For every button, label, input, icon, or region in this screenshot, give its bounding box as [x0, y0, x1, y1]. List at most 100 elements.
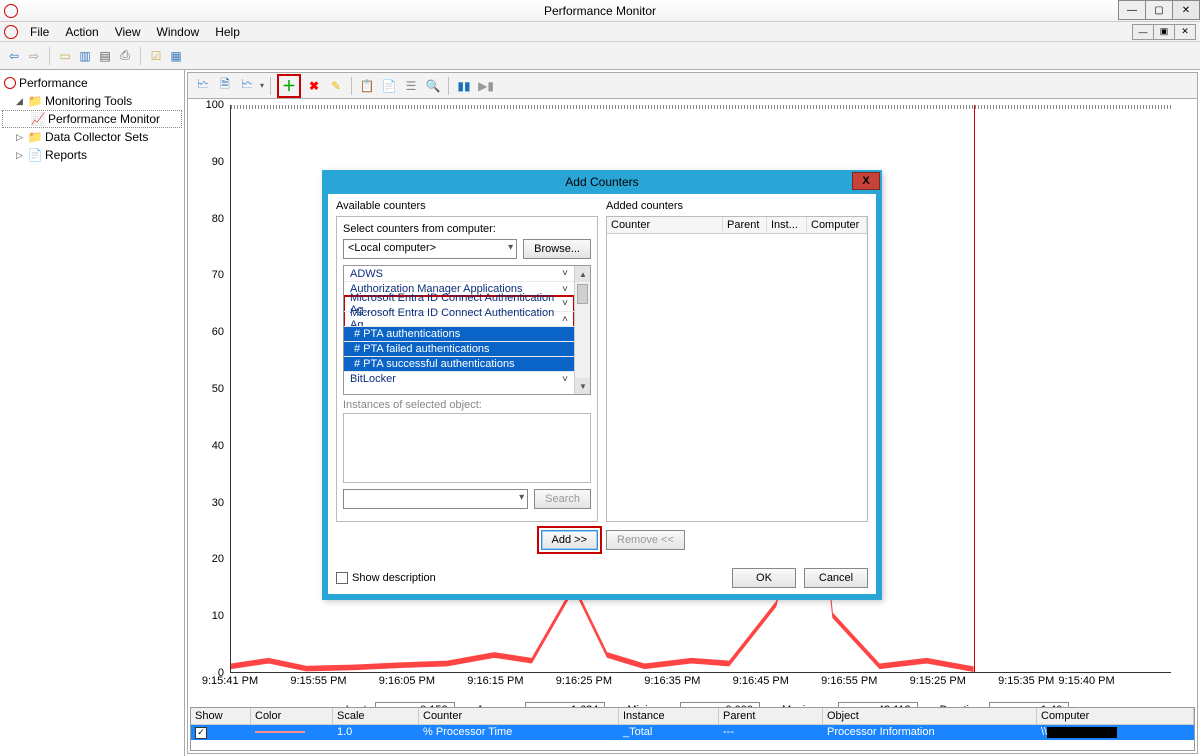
legend-row[interactable]: ✓ 1.0 % Processor Time _Total --- Proces… [191, 725, 1194, 740]
col-scale[interactable]: Scale [333, 708, 419, 725]
add-counter-icon[interactable]: ＋ [280, 77, 298, 95]
chevron-down-icon[interactable]: ˅ [562, 268, 568, 279]
tree-item-data-collector-sets[interactable]: ▷ 📁 Data Collector Sets [2, 128, 182, 146]
computer-dropdown[interactable]: <Local computer> [343, 239, 517, 259]
show-hide-console-tree-icon[interactable]: ▭ [57, 48, 73, 64]
view-log-data-icon[interactable]: 🗎 [216, 77, 234, 95]
col-computer[interactable]: Computer [1037, 708, 1194, 725]
col-instance[interactable]: Instance [619, 708, 719, 725]
x-tick: 9:15:41 PM [202, 675, 258, 691]
cell-computer: \\ [1037, 725, 1194, 740]
time-cursor[interactable] [974, 105, 975, 672]
col-color[interactable]: Color [251, 708, 333, 725]
hdr-counter[interactable]: Counter [607, 217, 723, 233]
freeze-display-icon[interactable]: ▮▮ [455, 77, 473, 95]
expand-icon[interactable]: ▷ [16, 132, 25, 143]
remove-button[interactable]: Remove << [606, 530, 685, 550]
zoom-icon[interactable]: 🔍 [424, 77, 442, 95]
browse-button[interactable]: Browse... [523, 239, 591, 259]
add-button[interactable]: Add >> [541, 530, 598, 550]
hdr-computer[interactable]: Computer [807, 217, 867, 233]
show-description-checkbox[interactable] [336, 572, 348, 584]
mdi-close-button[interactable]: ✕ [1174, 24, 1196, 40]
col-object[interactable]: Object [823, 708, 1037, 725]
view-current-activity-icon[interactable]: 🗠 [194, 77, 212, 95]
menu-help[interactable]: Help [207, 23, 248, 41]
legend-header: Show Color Scale Counter Instance Parent… [191, 708, 1194, 725]
calendar-icon[interactable]: ▦ [168, 48, 184, 64]
counter-item[interactable]: Microsoft Entra ID Connect Authenticatio… [344, 311, 574, 326]
tree-item-performance-monitor[interactable]: 📈 Performance Monitor [2, 110, 182, 128]
minimize-button[interactable]: — [1118, 0, 1146, 20]
folder-icon: 📁 [28, 130, 42, 144]
scroll-down-icon[interactable]: ▼ [575, 378, 591, 394]
ok-button[interactable]: OK [732, 568, 796, 588]
col-parent[interactable]: Parent [719, 708, 823, 725]
paste-counter-list-icon[interactable]: 📄 [380, 77, 398, 95]
instances-label: Instances of selected object: [343, 399, 591, 411]
hdr-instance[interactable]: Inst... [767, 217, 807, 233]
app-icon [4, 4, 18, 18]
mdi-restore-button[interactable]: ▣ [1153, 24, 1175, 40]
tree-item-label: Monitoring Tools [45, 94, 132, 108]
back-icon[interactable]: ⇦ [6, 48, 22, 64]
counter-item[interactable]: # PTA successful authentications [344, 356, 574, 371]
new-window-icon[interactable]: ▥ [77, 48, 93, 64]
mdi-minimize-button[interactable]: — [1132, 24, 1154, 40]
print-icon[interactable]: ⎙ [117, 48, 133, 64]
close-button[interactable]: ✕ [1172, 0, 1200, 20]
instances-list[interactable] [343, 413, 591, 483]
properties-icon[interactable]: ☰ [402, 77, 420, 95]
x-tick: 9:16:55 PM [821, 675, 877, 691]
x-tick: 9:16:45 PM [733, 675, 789, 691]
add-counter-highlight: ＋ [277, 74, 301, 98]
performance-icon [4, 77, 16, 89]
scrollbar-thumb[interactable] [577, 284, 588, 304]
counter-item[interactable]: # PTA failed authentications [344, 341, 574, 356]
dialog-close-button[interactable]: X [852, 172, 880, 190]
scroll-up-icon[interactable]: ▲ [575, 266, 591, 282]
dialog-title-bar[interactable]: Add Counters X [322, 170, 882, 194]
menu-file[interactable]: File [22, 23, 57, 41]
menu-window[interactable]: Window [149, 23, 208, 41]
copy-properties-icon[interactable]: 📋 [358, 77, 376, 95]
col-show[interactable]: Show [191, 708, 251, 725]
forward-icon[interactable]: ⇨ [26, 48, 42, 64]
export-list-icon[interactable]: ▤ [97, 48, 113, 64]
col-counter[interactable]: Counter [419, 708, 619, 725]
redacted-block [1047, 727, 1117, 738]
search-button[interactable]: Search [534, 489, 591, 509]
counter-item[interactable]: BitLocker˅ [344, 371, 574, 386]
cell-parent: --- [719, 725, 823, 740]
chevron-down-icon[interactable]: ˅ [562, 374, 568, 385]
hdr-parent[interactable]: Parent [723, 217, 767, 233]
properties-icon[interactable]: ☑ [148, 48, 164, 64]
counter-label: # PTA failed authentications [354, 343, 490, 355]
view-graph-type-icon[interactable]: 🗠 [238, 77, 256, 95]
menu-action[interactable]: Action [57, 23, 106, 41]
y-axis: 1009080706050403020100 [188, 105, 228, 673]
instance-search-dropdown[interactable] [343, 489, 528, 509]
window-title: Performance Monitor [544, 4, 656, 18]
added-counters-list[interactable]: Counter Parent Inst... Computer [606, 216, 868, 522]
tree-item-reports[interactable]: ▷ 📄 Reports [2, 146, 182, 164]
counter-list[interactable]: ADWS˅ Authorization Manager Applications… [343, 265, 591, 395]
tree-root[interactable]: Performance [2, 74, 182, 92]
expand-icon[interactable]: ▷ [16, 150, 25, 161]
menu-view[interactable]: View [107, 23, 149, 41]
counter-item[interactable]: # PTA authentications [344, 326, 574, 341]
highlight-icon[interactable]: ✎ [327, 77, 345, 95]
scrollbar[interactable]: ▲ ▼ [574, 266, 590, 394]
x-tick: 9:16:25 PM [556, 675, 612, 691]
chevron-up-icon[interactable]: ˄ [562, 314, 568, 325]
delete-counter-icon[interactable]: ✖ [305, 77, 323, 95]
update-data-icon[interactable]: ▶▮ [477, 77, 495, 95]
x-tick: 9:15:55 PM [290, 675, 346, 691]
add-counters-dialog: Add Counters X Available counters Select… [322, 170, 882, 600]
show-checkbox[interactable]: ✓ [195, 727, 207, 739]
expand-icon[interactable]: ◢ [16, 96, 25, 107]
maximize-button[interactable]: ▢ [1145, 0, 1173, 20]
cancel-button[interactable]: Cancel [804, 568, 868, 588]
tree-item-monitoring-tools[interactable]: ◢ 📁 Monitoring Tools [2, 92, 182, 110]
counter-item[interactable]: ADWS˅ [344, 266, 574, 281]
